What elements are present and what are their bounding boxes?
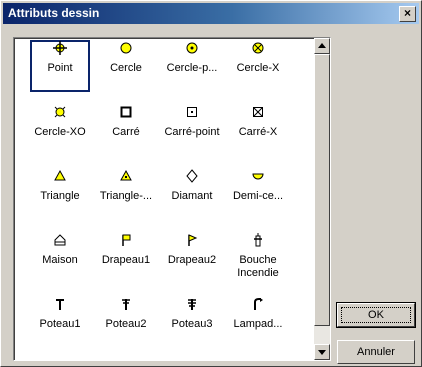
flag2-icon bbox=[162, 232, 222, 250]
symbol-label: Diamant bbox=[171, 190, 213, 202]
symbol-item-carre-point[interactable]: Carré-point bbox=[162, 104, 222, 156]
half-circle-icon bbox=[228, 168, 288, 186]
symbol-label: Cercle bbox=[110, 62, 142, 74]
close-button[interactable]: × bbox=[399, 6, 416, 22]
symbol-item-cercle-point[interactable]: Cercle-p... bbox=[162, 40, 222, 92]
symbol-label: Carré-X bbox=[238, 126, 278, 138]
symbol-label-line1: Bouche bbox=[239, 254, 277, 266]
cancel-button[interactable]: Annuler bbox=[337, 340, 415, 364]
scroll-down-button[interactable] bbox=[314, 344, 330, 360]
symbol-item-bouche-incendie[interactable]: Bouche Incendie bbox=[228, 232, 288, 284]
symbol-item-drapeau2[interactable]: Drapeau2 bbox=[162, 232, 222, 284]
symbol-label: Cercle-X bbox=[236, 62, 280, 74]
symbol-label: Lampad... bbox=[233, 318, 283, 330]
symbol-label: Drapeau2 bbox=[167, 254, 217, 266]
flag1-icon bbox=[96, 232, 156, 250]
circle-xo-icon bbox=[30, 104, 90, 122]
symbol-item-cercle-xo[interactable]: Cercle-XO bbox=[30, 104, 90, 156]
symbol-label: Triangle-... bbox=[99, 190, 153, 202]
symbol-item-carre-x[interactable]: Carré-X bbox=[228, 104, 288, 156]
hydrant-icon bbox=[228, 232, 288, 250]
window-title: Attributs dessin bbox=[8, 6, 100, 20]
symbol-label: Cercle-p... bbox=[166, 62, 218, 74]
symbol-label: Poteau1 bbox=[39, 318, 81, 330]
triangle-point-icon bbox=[96, 168, 156, 186]
circle-point-icon bbox=[162, 40, 222, 58]
ok-button-label: OK bbox=[341, 307, 411, 323]
arrow-down-icon bbox=[318, 350, 326, 355]
diamond-icon bbox=[162, 168, 222, 186]
symbol-item-poteau3[interactable]: Poteau3 bbox=[162, 296, 222, 348]
symbol-item-drapeau1[interactable]: Drapeau1 bbox=[96, 232, 156, 284]
symbol-label: Point bbox=[47, 62, 73, 74]
arrow-up-icon bbox=[318, 43, 326, 48]
symbol-item-demi-cercle[interactable]: Demi-ce... bbox=[228, 168, 288, 220]
symbol-item-lampadaire[interactable]: Lampad... bbox=[228, 296, 288, 348]
dialog-window: Attributs dessin × Point Cercle Cercle-p… bbox=[0, 0, 422, 367]
symbol-list[interactable]: Point Cercle Cercle-p... Cercle-X Cercle… bbox=[13, 37, 331, 361]
symbol-label: Triangle bbox=[40, 190, 80, 202]
symbol-label: Carré-point bbox=[164, 126, 220, 138]
symbol-item-point[interactable]: Point bbox=[30, 40, 90, 92]
symbol-label: Drapeau1 bbox=[101, 254, 151, 266]
pole1-icon bbox=[30, 296, 90, 314]
ok-button[interactable]: OK bbox=[336, 302, 416, 328]
symbol-item-triangle-point[interactable]: Triangle-... bbox=[96, 168, 156, 220]
symbol-item-poteau2[interactable]: Poteau2 bbox=[96, 296, 156, 348]
streetlamp-icon bbox=[228, 296, 288, 314]
point-crosshair-icon bbox=[30, 40, 90, 58]
scroll-up-button[interactable] bbox=[314, 38, 330, 54]
symbol-label: Poteau2 bbox=[105, 318, 147, 330]
pole2-icon bbox=[96, 296, 156, 314]
symbol-label: Poteau3 bbox=[171, 318, 213, 330]
symbol-label: Bouche Incendie bbox=[228, 254, 288, 280]
triangle-icon bbox=[30, 168, 90, 186]
symbol-grid: Point Cercle Cercle-p... Cercle-X Cercle… bbox=[14, 38, 312, 360]
square-x-icon bbox=[228, 104, 288, 122]
circle-x-icon bbox=[228, 40, 288, 58]
symbol-label-line2: Incendie bbox=[237, 267, 279, 279]
symbol-item-maison[interactable]: Maison bbox=[30, 232, 90, 284]
symbol-item-cercle[interactable]: Cercle bbox=[96, 40, 156, 92]
house-icon bbox=[30, 232, 90, 250]
square-icon bbox=[96, 104, 156, 122]
symbol-label: Cercle-XO bbox=[34, 126, 86, 138]
circle-icon bbox=[96, 40, 156, 58]
symbol-label: Carré bbox=[112, 126, 140, 138]
symbol-item-triangle[interactable]: Triangle bbox=[30, 168, 90, 220]
symbol-item-poteau1[interactable]: Poteau1 bbox=[30, 296, 90, 348]
symbol-item-cercle-x[interactable]: Cercle-X bbox=[228, 40, 288, 92]
symbol-label: Maison bbox=[42, 254, 78, 266]
symbol-item-diamant[interactable]: Diamant bbox=[162, 168, 222, 220]
scrollbar-thumb[interactable] bbox=[314, 54, 330, 326]
pole3-icon bbox=[162, 296, 222, 314]
title-bar[interactable]: Attributs dessin × bbox=[3, 3, 419, 24]
symbol-label: Demi-ce... bbox=[232, 190, 284, 202]
symbol-item-carre[interactable]: Carré bbox=[96, 104, 156, 156]
vertical-scrollbar[interactable] bbox=[314, 38, 330, 360]
square-point-icon bbox=[162, 104, 222, 122]
